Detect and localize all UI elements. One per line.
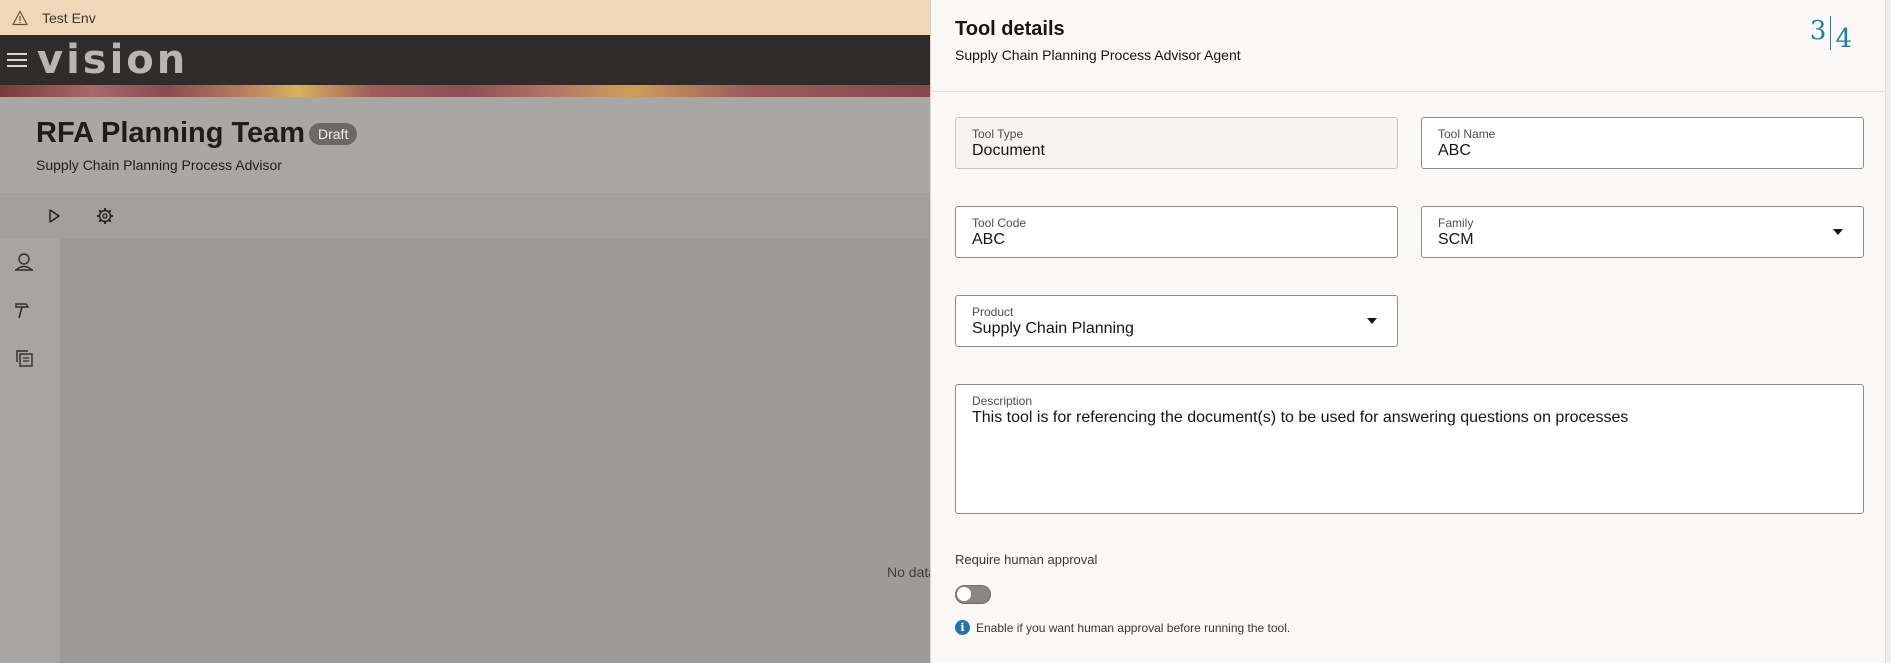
brand-bar: vision (0, 35, 930, 85)
empty-state-text: No data (887, 564, 937, 580)
copy-icon (16, 350, 33, 367)
corner-mark-right: 4 (1835, 24, 1852, 54)
rail-agent-button[interactable] (12, 250, 36, 274)
description-value[interactable]: This tool is for referencing the documen… (972, 409, 1628, 427)
hammer-icon (15, 303, 30, 319)
environment-label: Test Env (42, 9, 96, 26)
drawer-subtitle: Supply Chain Planning Process Advisor Ag… (955, 47, 1241, 63)
main-canvas: No data (60, 238, 936, 663)
tool-code-field[interactable]: Tool Code ABC (955, 206, 1398, 258)
page-header: RFA Planning Team Draft Supply Chain Pla… (0, 97, 930, 193)
corner-logo-mark: 3 4 (1810, 16, 1852, 54)
product-value[interactable]: Supply Chain Planning (972, 320, 1134, 338)
family-value[interactable]: SCM (1438, 231, 1474, 249)
status-badge: Draft (309, 123, 358, 145)
toggle-knob (957, 587, 971, 601)
description-textarea[interactable]: Description This tool is for referencing… (955, 384, 1864, 514)
corner-mark-left: 3 (1809, 16, 1827, 46)
approval-label: Require human approval (955, 552, 1098, 567)
drawer-header: Tool details Supply Chain Planning Proce… (931, 0, 1886, 92)
app-root: Test Env vision RFA Planning Team Draft … (0, 0, 1891, 663)
rail-copy-button[interactable] (12, 346, 36, 370)
tool-details-drawer: Tool details Supply Chain Planning Proce… (930, 0, 1891, 663)
hamburger-menu-icon[interactable] (7, 49, 27, 71)
drawer-scrollbar[interactable] (1885, 0, 1891, 663)
vision-logo: vision (37, 37, 189, 83)
play-icon (49, 209, 60, 223)
page-subtitle: Supply Chain Planning Process Advisor (36, 157, 282, 173)
tool-type-field: Tool Type Document (955, 117, 1398, 169)
product-label: Product (972, 305, 1014, 319)
chevron-down-icon[interactable] (1833, 229, 1843, 235)
warning-icon (12, 9, 28, 25)
tool-name-label: Tool Name (1438, 127, 1496, 141)
product-select[interactable]: Product Supply Chain Planning (955, 295, 1398, 347)
description-label: Description (972, 394, 1033, 408)
settings-button[interactable] (94, 205, 116, 227)
background-app: Test Env vision RFA Planning Team Draft … (0, 0, 936, 663)
approval-help: i Enable if you want human approval befo… (955, 620, 1290, 635)
family-select[interactable]: Family SCM (1421, 206, 1864, 258)
page-title: RFA Planning Team (36, 117, 306, 149)
agent-icon (15, 253, 33, 271)
family-label: Family (1438, 216, 1474, 230)
chevron-down-icon[interactable] (1367, 318, 1377, 324)
environment-banner: Test Env (0, 0, 930, 35)
tool-type-label: Tool Type (972, 127, 1024, 141)
tool-code-label: Tool Code (972, 216, 1027, 230)
tool-name-field[interactable]: Tool Name ABC (1421, 117, 1864, 169)
approval-help-text: Enable if you want human approval before… (976, 620, 1291, 635)
info-icon: i (955, 620, 970, 635)
tool-type-value: Document (972, 142, 1045, 159)
run-button[interactable] (43, 205, 65, 227)
decorative-banner (0, 85, 930, 97)
approval-toggle[interactable] (955, 585, 991, 604)
tool-name-value[interactable]: ABC (1438, 142, 1471, 160)
side-navigation-rail (0, 238, 60, 663)
page-toolbar (0, 193, 930, 238)
tool-code-value[interactable]: ABC (972, 231, 1005, 249)
rail-tools-button[interactable] (12, 298, 36, 322)
drawer-title: Tool details (955, 18, 1065, 40)
gear-icon (97, 208, 113, 224)
